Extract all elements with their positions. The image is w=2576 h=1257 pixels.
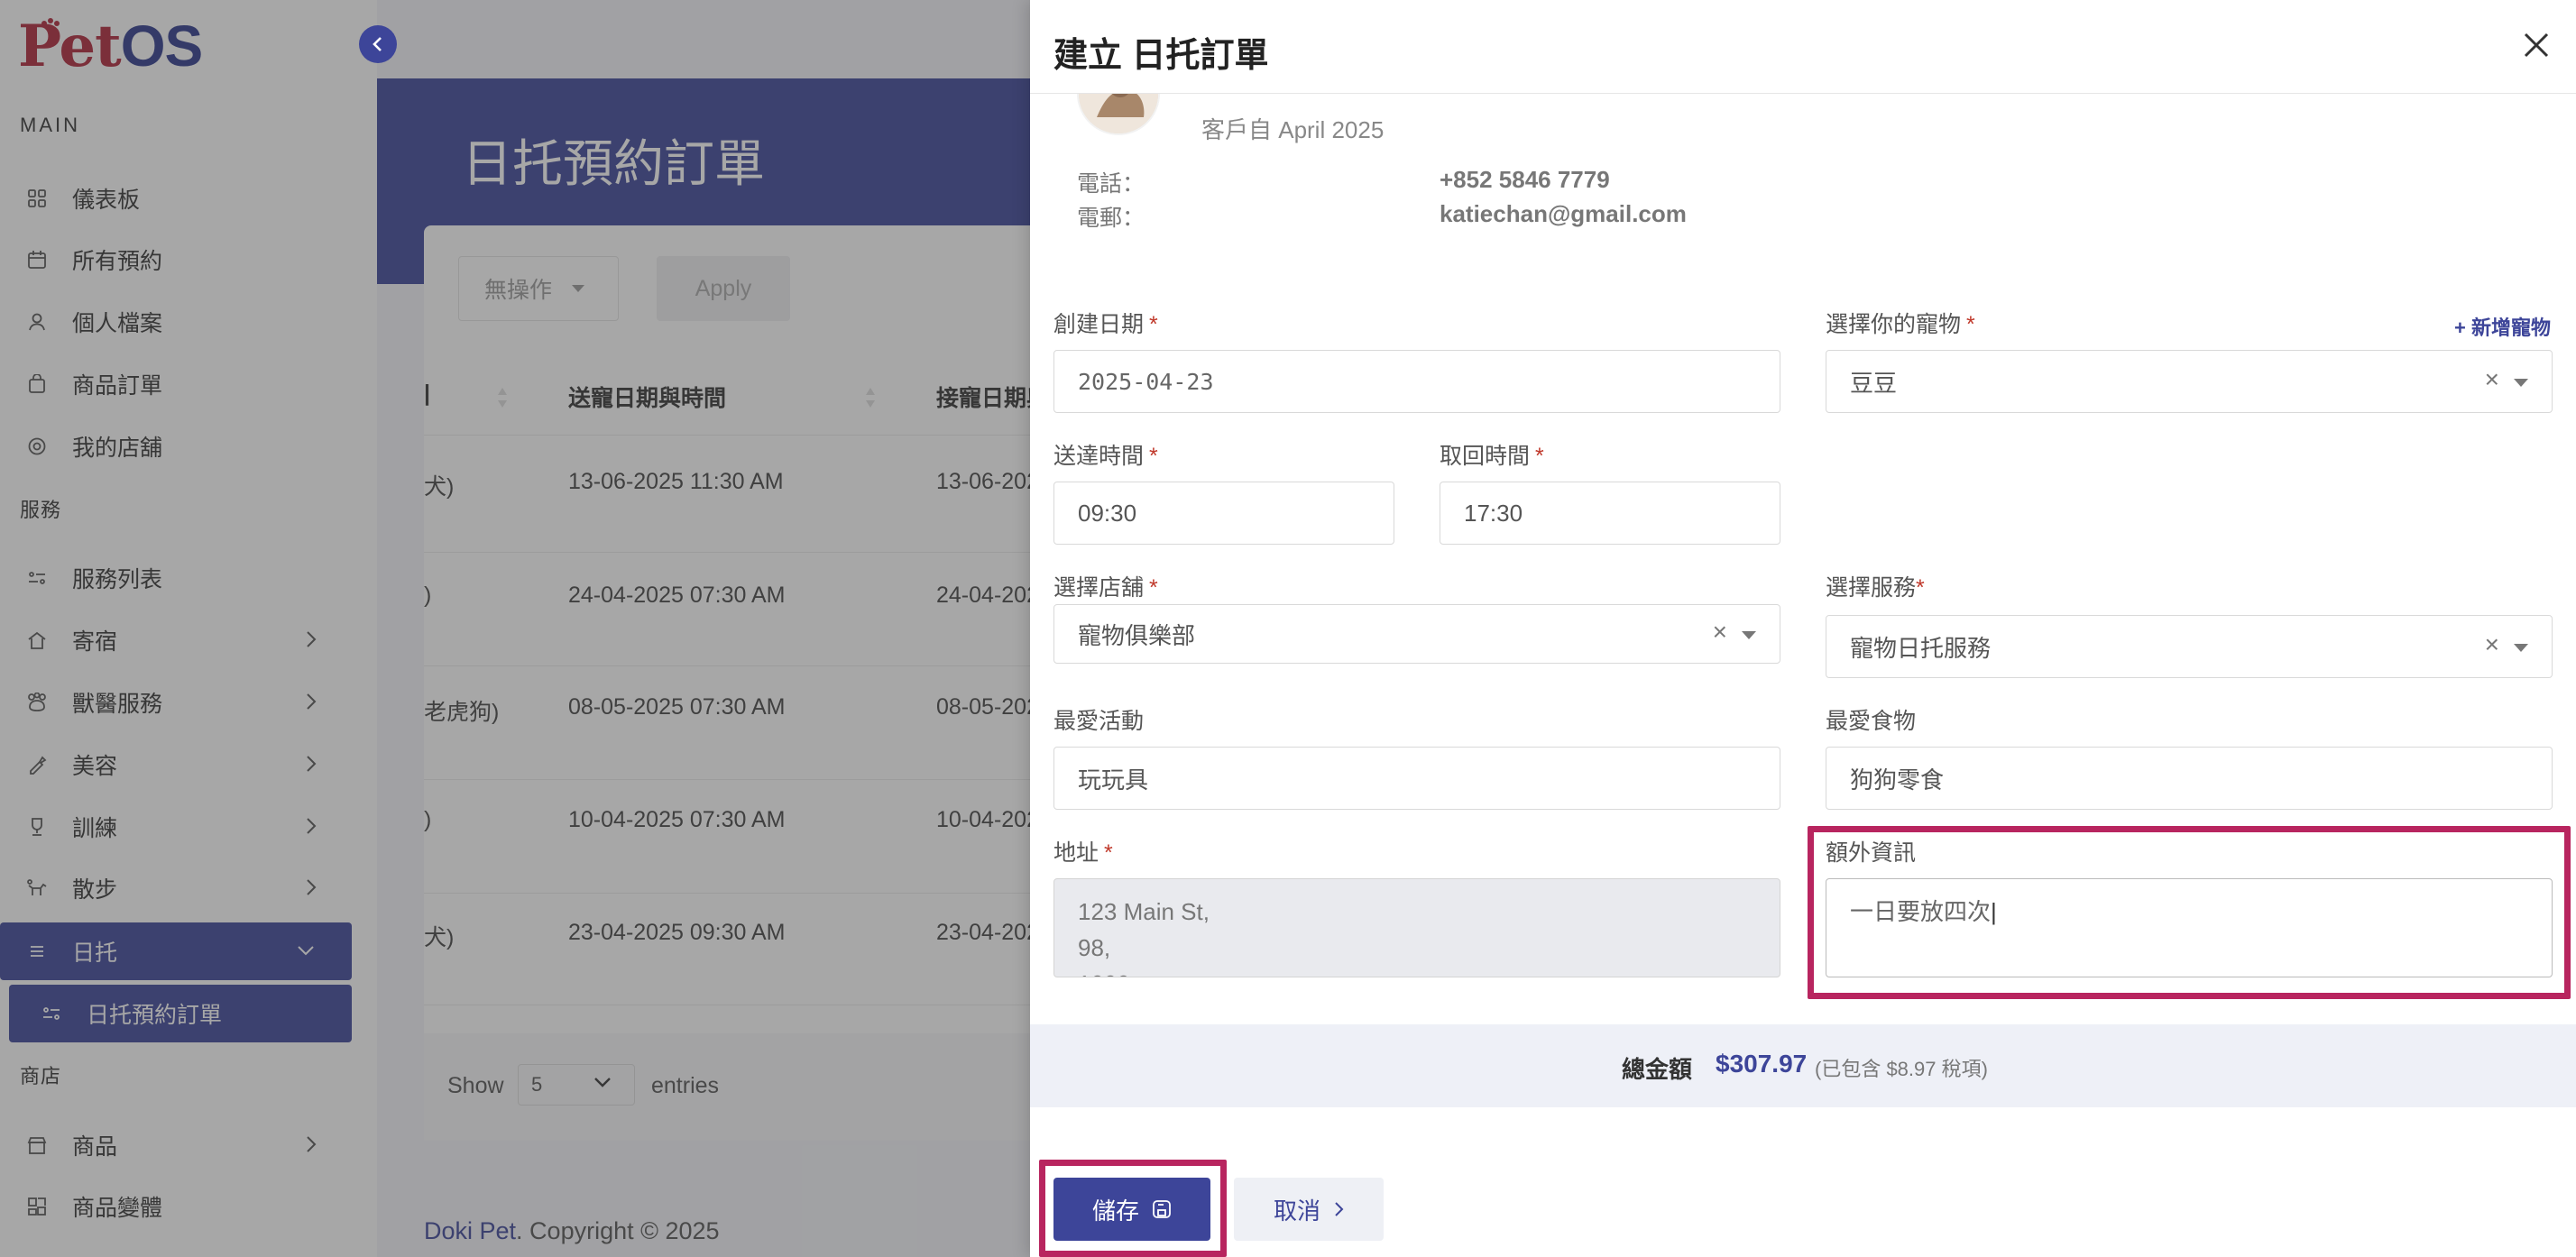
clear-icon[interactable]: × <box>2485 630 2499 659</box>
extra-info-textarea[interactable]: 一日要放四次| <box>1826 878 2553 977</box>
customer-since: 客戶自 April 2025 <box>1201 116 1385 143</box>
save-button-label: 儲存 <box>1091 1197 1139 1225</box>
service-select[interactable]: 寵物日托服務 × <box>1826 615 2553 678</box>
close-icon[interactable] <box>2518 27 2554 63</box>
email-value: katiechan@gmail.com <box>1440 200 1687 227</box>
extra-info-value: 一日要放四次 <box>1850 898 1992 925</box>
email-label: 電郵： <box>1077 206 1145 231</box>
pet-select-value: 豆豆 <box>1850 369 1898 397</box>
cancel-button-label: 取消 <box>1273 1197 1320 1225</box>
sidebar-collapse-button[interactable] <box>359 25 397 63</box>
service-select-value: 寵物日托服務 <box>1850 634 1992 662</box>
dropoff-time-label: 送達時間 * <box>1053 444 1158 469</box>
add-pet-link[interactable]: + 新增寵物 <box>2454 312 2551 341</box>
save-button[interactable]: 儲存 <box>1053 1178 1210 1241</box>
extra-info-label: 額外資訊 <box>1826 840 1917 866</box>
address-line: 123 Main St, <box>1078 898 1210 925</box>
order-total-bar: 總金額 $307.97 (已包含 $8.97 稅項) <box>1030 1024 2576 1107</box>
phone-label: 電話： <box>1077 171 1145 197</box>
store-select-value: 寵物俱樂部 <box>1078 621 1196 649</box>
chevron-left-icon <box>373 37 382 51</box>
pickup-time-input[interactable]: 17:30 <box>1440 482 1780 545</box>
pet-select[interactable]: 豆豆 × <box>1826 350 2553 413</box>
address-line: 98, <box>1078 934 1111 961</box>
caret-down-icon <box>1742 631 1756 639</box>
store-select-label: 選擇店舖 * <box>1053 575 1158 601</box>
drawer-header: 建立 日托訂單 <box>1030 0 2576 94</box>
chevron-right-icon <box>1335 1202 1344 1216</box>
address-textarea[interactable]: 123 Main St, 98, 1000 <box>1053 878 1780 977</box>
address-label: 地址 * <box>1053 840 1113 866</box>
total-amount: $307.97 <box>1716 1050 1808 1078</box>
service-select-label: 選擇服務* <box>1826 575 1925 601</box>
favorite-food-input[interactable]: 狗狗零食 <box>1826 747 2553 810</box>
store-select[interactable]: 寵物俱樂部 × <box>1053 604 1780 664</box>
cancel-button[interactable]: 取消 <box>1234 1178 1384 1241</box>
caret-down-icon <box>2514 379 2528 387</box>
created-date-input[interactable]: 2025-04-23 <box>1053 350 1780 413</box>
favorite-food-label: 最愛食物 <box>1826 709 1917 734</box>
created-date-label: 創建日期 * <box>1053 312 1158 337</box>
clear-icon[interactable]: × <box>1713 618 1727 647</box>
drawer-title: 建立 日托訂單 <box>1053 37 1269 75</box>
pet-select-label: 選擇你的寵物 * <box>1826 312 1975 337</box>
total-tax-note: (已包含 $8.97 稅項) <box>1815 1058 1988 1080</box>
save-icon <box>1153 1200 1171 1218</box>
caret-down-icon <box>2514 644 2528 652</box>
total-label: 總金額 <box>1622 1056 1693 1083</box>
dropoff-time-input[interactable]: 09:30 <box>1053 482 1394 545</box>
favorite-activity-label: 最愛活動 <box>1053 709 1145 734</box>
address-line: 1000 <box>1078 966 1756 977</box>
favorite-activity-input[interactable]: 玩玩具 <box>1053 747 1780 810</box>
clear-icon[interactable]: × <box>2485 365 2499 394</box>
pickup-time-label: 取回時間 * <box>1440 444 1544 469</box>
phone-value: +852 5846 7779 <box>1440 166 1610 193</box>
create-daycare-order-drawer: 建立 日托訂單 客戶自 April 2025 電話： +852 5846 777… <box>1030 0 2576 1257</box>
